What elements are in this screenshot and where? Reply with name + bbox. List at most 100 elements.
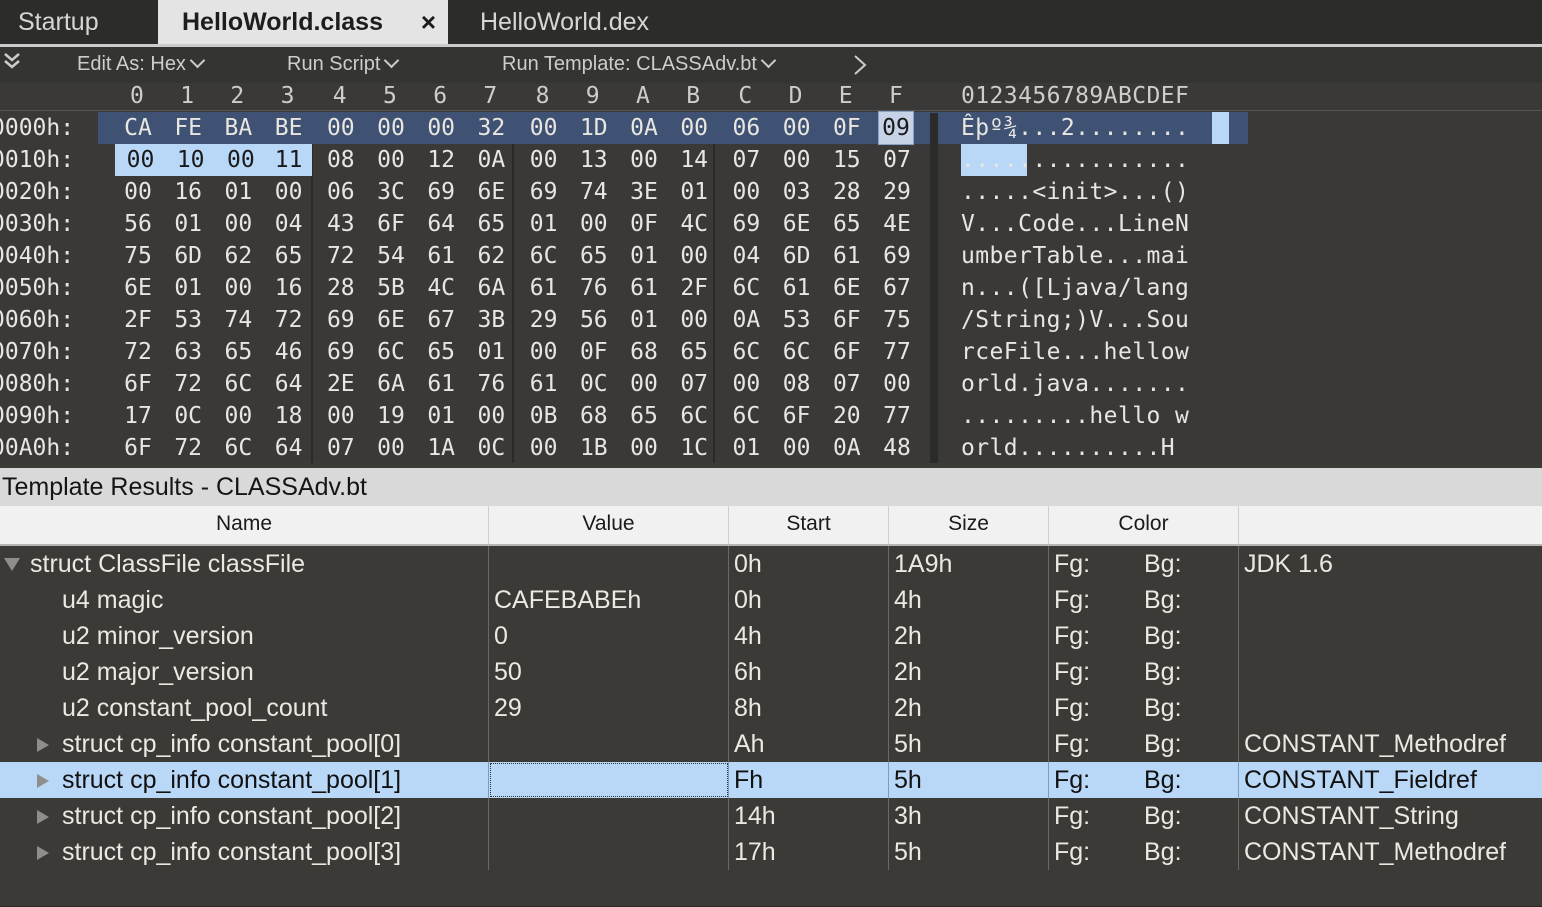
hex-byte[interactable]: 6F [774,400,820,432]
hex-byte[interactable]: 01 [621,304,667,336]
hex-byte[interactable]: 6A [368,368,414,400]
hex-byte[interactable]: 00 [571,208,617,240]
hex-byte[interactable]: 19 [368,400,414,432]
column-header-size[interactable]: Size [889,506,1049,544]
hex-byte[interactable]: 6F [115,368,161,400]
hex-byte[interactable]: 0C [571,368,617,400]
table-row[interactable]: u4 magic CAFEBABEh 0h 4h Fg: Bg: [0,582,1542,619]
hex-byte[interactable]: 07 [824,368,870,400]
ascii-text[interactable]: Êþº¾...2........ [961,112,1189,144]
run-template-dropdown[interactable]: Run Template: CLASSAdv.bt [502,52,777,76]
hex-byte[interactable]: 74 [571,176,617,208]
hex-byte[interactable]: 10 [165,144,217,176]
hex-byte[interactable]: BE [266,112,312,144]
hex-byte[interactable]: 07 [318,432,364,464]
hex-byte[interactable]: 61 [521,272,567,304]
hex-byte[interactable]: 61 [774,272,820,304]
hex-byte[interactable]: 69 [521,176,567,208]
hex-byte[interactable]: 07 [723,144,769,176]
hex-byte[interactable]: 01 [521,208,567,240]
collapse-toolbar-icon[interactable] [3,51,21,75]
hex-byte[interactable]: 01 [671,176,717,208]
hex-byte[interactable]: 00 [368,432,414,464]
hex-byte[interactable]: 20 [824,400,870,432]
hex-byte[interactable]: 6E [368,304,414,336]
hex-byte[interactable]: 01 [215,176,261,208]
hex-byte[interactable]: 6C [368,336,414,368]
hex-byte[interactable]: 0A [468,144,514,176]
hex-byte[interactable]: 65 [621,400,667,432]
hex-byte[interactable]: 15 [824,144,870,176]
hex-byte[interactable]: 6E [774,208,820,240]
hex-byte[interactable]: 62 [468,240,514,272]
hex-byte[interactable]: 29 [874,176,920,208]
hex-byte[interactable]: 6C [521,240,567,272]
hex-byte[interactable]: 46 [266,336,312,368]
hex-byte[interactable]: 61 [621,272,667,304]
ascii-text[interactable]: .........hello w [961,400,1189,432]
ascii-text[interactable]: umberTable...mai [961,240,1189,272]
hex-byte[interactable]: 00 [368,144,414,176]
hex-byte[interactable]: 12 [418,144,464,176]
column-header-name[interactable]: Name [0,506,489,544]
hex-byte[interactable]: 28 [824,176,870,208]
expand-right-icon[interactable] [37,846,49,860]
hex-byte[interactable]: 65 [824,208,870,240]
hex-byte[interactable]: 06 [723,112,769,144]
hex-byte[interactable]: 67 [418,304,464,336]
hex-byte[interactable]: 00 [215,400,261,432]
hex-byte[interactable]: 03 [774,176,820,208]
hex-byte[interactable]: 68 [621,336,667,368]
ascii-text[interactable]: orld.java....... [961,368,1189,400]
hex-byte[interactable]: 01 [165,272,211,304]
hex-byte[interactable]: 69 [874,240,920,272]
hex-byte[interactable]: 2F [115,304,161,336]
hex-byte[interactable]: 6D [774,240,820,272]
hex-byte[interactable]: 4C [418,272,464,304]
ascii-text[interactable]: rceFile...hellow [961,336,1189,368]
ascii-text[interactable]: /String;)V...Sou [961,304,1189,336]
hex-byte[interactable]: 07 [874,144,920,176]
hex-byte[interactable]: 61 [418,368,464,400]
hex-byte[interactable]: 00 [418,112,464,144]
hex-byte[interactable]: 65 [418,336,464,368]
hex-byte[interactable]: 6C [671,400,717,432]
hex-byte[interactable]: 72 [165,368,211,400]
hex-byte[interactable]: 28 [318,272,364,304]
hex-byte[interactable]: 00 [468,400,514,432]
ascii-text[interactable]: n...([Ljava/lang [961,272,1189,304]
hex-byte[interactable]: 67 [874,272,920,304]
expand-down-icon[interactable] [4,558,20,571]
hex-byte[interactable]: 00 [621,144,667,176]
ascii-text[interactable]: .....<init>...() [961,176,1189,208]
hex-byte[interactable]: 2F [671,272,717,304]
hex-byte[interactable]: 16 [266,272,312,304]
hex-byte[interactable]: 00 [521,432,567,464]
hex-byte[interactable]: 00 [723,368,769,400]
tab-helloworld-dex[interactable]: HelloWorld.dex [460,0,690,44]
hex-byte[interactable]: 29 [521,304,567,336]
hex-byte[interactable]: 6C [215,432,261,464]
hex-byte[interactable]: 61 [824,240,870,272]
hex-byte[interactable]: 00 [521,112,567,144]
hex-byte[interactable]: 17 [115,400,161,432]
hex-byte[interactable]: 54 [368,240,414,272]
table-row[interactable]: struct ClassFile classFile 0h 1A9h Fg: Bg: JD… [0,546,1542,583]
hex-byte[interactable]: 76 [571,272,617,304]
table-row-partial[interactable] [0,870,1542,907]
hex-byte[interactable]: 32 [468,112,514,144]
table-row[interactable]: u2 minor_version 0 4h 2h Fg: Bg: [0,618,1542,655]
hex-byte[interactable]: 6C [723,272,769,304]
hex-byte[interactable]: BA [215,112,261,144]
hex-byte[interactable]: 00 [521,336,567,368]
hex-byte[interactable]: 09 [878,111,914,145]
hex-byte[interactable]: 69 [318,304,364,336]
expand-right-icon[interactable] [37,738,49,752]
hex-byte[interactable]: 64 [266,368,312,400]
hex-byte[interactable]: 64 [266,432,312,464]
table-row[interactable]: struct cp_info constant_pool[3] 17h 5h Fg: B… [0,834,1542,871]
hex-byte[interactable]: 72 [115,336,161,368]
hex-byte[interactable]: 0F [824,112,870,144]
hex-byte[interactable]: 56 [115,208,161,240]
hex-byte[interactable]: 65 [671,336,717,368]
